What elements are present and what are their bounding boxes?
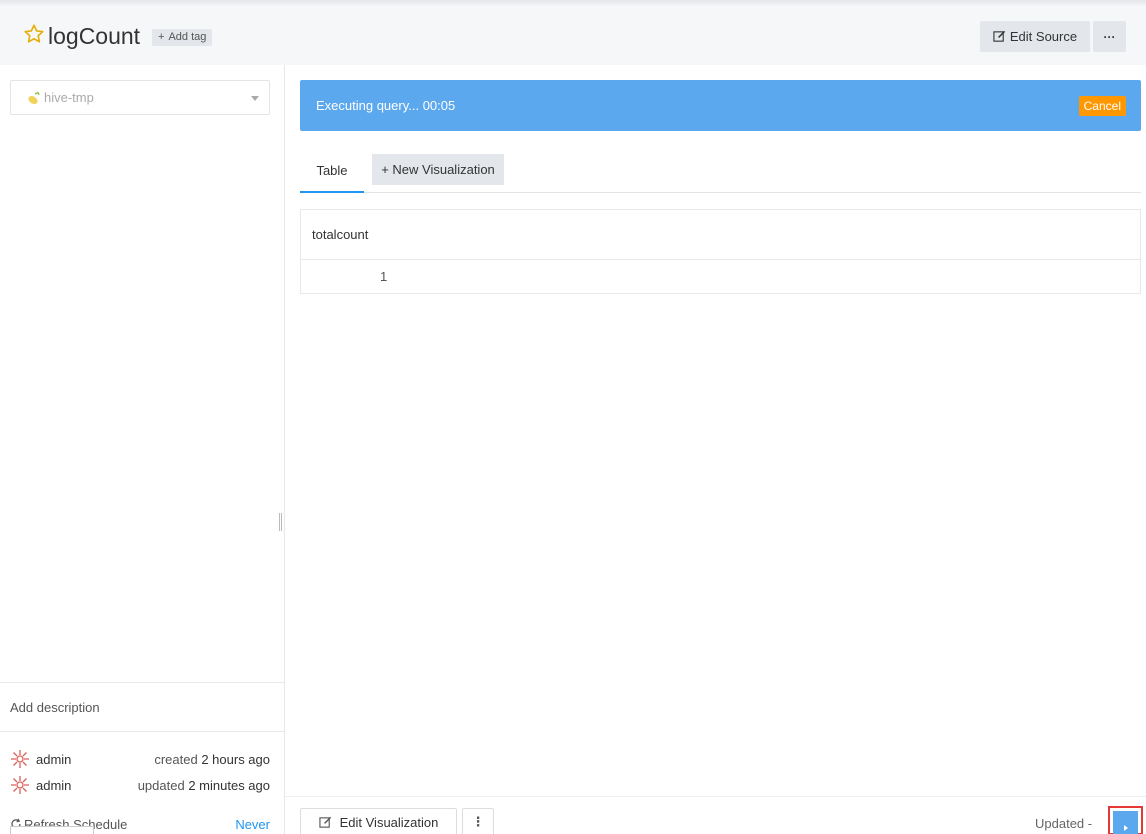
edit-icon: [993, 30, 1006, 42]
add-tag-button[interactable]: + Add tag: [152, 29, 213, 46]
updated-user[interactable]: admin: [36, 778, 71, 793]
execute-button[interactable]: [1113, 811, 1138, 834]
bottom-toolbar: Edit Visualization ⋮ Updated -: [285, 796, 1146, 834]
updated-info: admin updated 2 minutes ago: [10, 775, 270, 795]
datasource-label: hive-tmp: [44, 90, 94, 105]
created-prefix: created: [154, 751, 198, 767]
new-visualization-button[interactable]: + New Visualization: [372, 154, 504, 185]
plus-icon: +: [158, 31, 165, 43]
refresh-schedule-value[interactable]: Never: [235, 817, 270, 832]
avatar-icon: [11, 750, 29, 768]
avatar-icon: [11, 776, 29, 794]
edit-source-label: Edit Source: [1009, 29, 1078, 44]
sidebar: hive-tmp Add description admin created 2…: [0, 65, 285, 834]
created-user[interactable]: admin: [36, 752, 71, 767]
add-description-label: Add description: [10, 700, 100, 715]
created-time: created 2 hours ago: [154, 752, 270, 767]
play-icon: [1123, 825, 1128, 831]
updated-time: updated 2 minutes ago: [138, 778, 270, 793]
table-row: 1: [301, 260, 1140, 293]
caret-down-icon: [251, 96, 259, 101]
visualization-tabs: Table + New Visualization: [300, 153, 1141, 193]
main-panel: Executing query... 00:05 Cancel Table + …: [285, 65, 1146, 834]
more-actions-button[interactable]: ···: [1093, 21, 1126, 52]
updated-prefix: updated: [137, 777, 185, 793]
results-table: totalcount 1: [300, 209, 1141, 294]
cancel-button[interactable]: Cancel: [1078, 96, 1126, 116]
updated-status: Updated -: [1035, 816, 1093, 831]
execution-status-banner: Executing query... 00:05 Cancel: [300, 80, 1141, 131]
edit-visualization-button[interactable]: Edit Visualization: [300, 808, 457, 834]
database-icon: [28, 92, 40, 105]
sidebar-bottom-tab: [10, 826, 94, 834]
table-header: totalcount: [301, 210, 1140, 260]
edit-source-button[interactable]: Edit Source: [980, 21, 1090, 52]
query-header: logCount + Add tag Edit Source ···: [0, 6, 1146, 65]
visualization-more-button[interactable]: ⋮: [462, 808, 494, 834]
edit-icon: [318, 816, 331, 828]
tab-table[interactable]: Table: [300, 153, 364, 193]
column-header-totalcount[interactable]: totalcount: [312, 227, 368, 242]
created-time-value: 2 hours ago: [201, 751, 270, 767]
execute-highlight: [1108, 806, 1143, 834]
updated-time-value: 2 minutes ago: [188, 777, 270, 793]
created-info: admin created 2 hours ago: [10, 749, 270, 769]
datasource-select[interactable]: hive-tmp: [10, 80, 270, 115]
edit-visualization-label: Edit Visualization: [339, 814, 439, 830]
execution-status-text: Executing query... 00:05: [316, 98, 456, 113]
description-area[interactable]: Add description: [0, 682, 284, 732]
add-tag-label: Add tag: [168, 31, 207, 43]
favorite-star-icon[interactable]: [23, 23, 45, 45]
page-title[interactable]: logCount: [48, 23, 140, 49]
table-cell: 1: [380, 269, 388, 284]
resize-handle[interactable]: [279, 513, 282, 531]
